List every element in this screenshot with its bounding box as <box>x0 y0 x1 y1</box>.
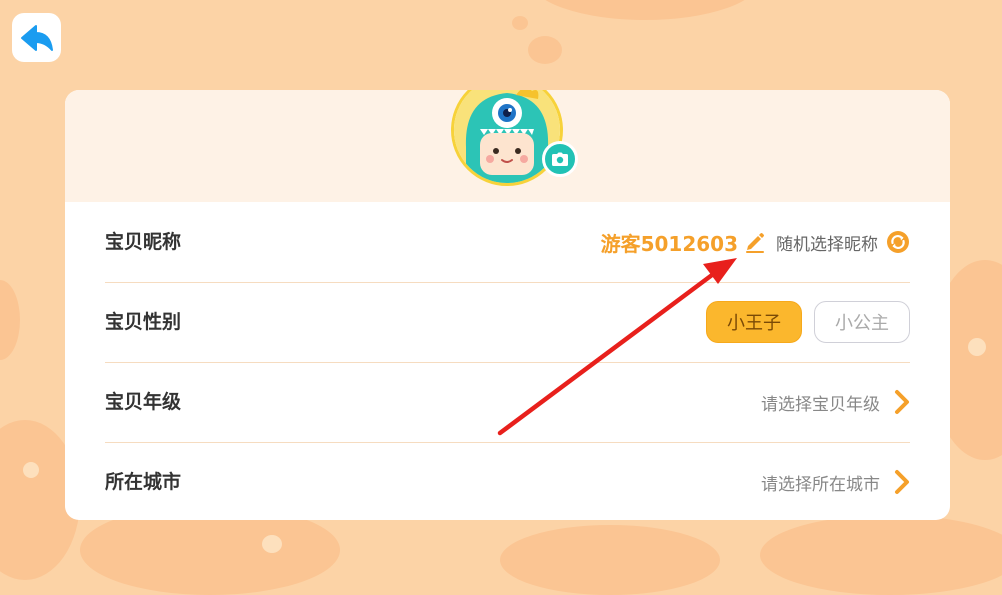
background-bubble <box>968 338 986 356</box>
random-nickname-button[interactable]: 随机选择昵称 <box>776 230 878 255</box>
avatar-section <box>451 90 578 186</box>
background-blob <box>512 16 528 30</box>
chevron-right-icon <box>894 389 910 415</box>
nickname-controls: 游客5012603 随机选择昵称 <box>601 202 910 282</box>
grade-label: 宝贝年级 <box>105 391 182 413</box>
gender-label: 宝贝性别 <box>105 311 182 333</box>
back-arrow-icon <box>20 23 54 53</box>
nickname-value[interactable]: 游客5012603 <box>601 228 738 257</box>
city-label: 所在城市 <box>105 471 182 493</box>
background-blob <box>530 0 760 20</box>
city-row[interactable]: 所在城市 请选择所在城市 <box>105 442 910 520</box>
city-selector[interactable]: 请选择所在城市 <box>761 442 910 520</box>
gender-option-princess[interactable]: 小公主 <box>814 301 910 343</box>
gender-row: 宝贝性别 小王子 小公主 <box>105 282 910 363</box>
profile-card: 宝贝昵称 游客5012603 随机选择昵称 宝贝性别 小王子 小公主 宝贝年级 … <box>65 90 950 520</box>
camera-icon <box>552 152 568 166</box>
background-bubble <box>262 535 282 553</box>
background-bubble <box>23 462 39 478</box>
grade-placeholder: 请选择宝贝年级 <box>761 394 880 415</box>
nickname-row: 宝贝昵称 游客5012603 随机选择昵称 <box>105 202 910 283</box>
chevron-right-icon <box>894 469 910 495</box>
nickname-label: 宝贝昵称 <box>105 231 182 253</box>
pencil-icon[interactable] <box>744 231 766 253</box>
gender-options: 小王子 小公主 <box>706 282 910 362</box>
refresh-icon[interactable] <box>886 230 910 254</box>
back-button[interactable] <box>12 13 61 62</box>
grade-row[interactable]: 宝贝年级 请选择宝贝年级 <box>105 362 910 443</box>
change-avatar-button[interactable] <box>542 141 578 177</box>
gender-option-prince[interactable]: 小王子 <box>706 301 802 343</box>
grade-selector[interactable]: 请选择宝贝年级 <box>761 362 910 442</box>
background-blob <box>500 525 720 595</box>
background-blob <box>760 515 1002 595</box>
city-placeholder: 请选择所在城市 <box>761 474 880 495</box>
background-blob <box>0 280 20 360</box>
background-blob <box>528 36 562 64</box>
